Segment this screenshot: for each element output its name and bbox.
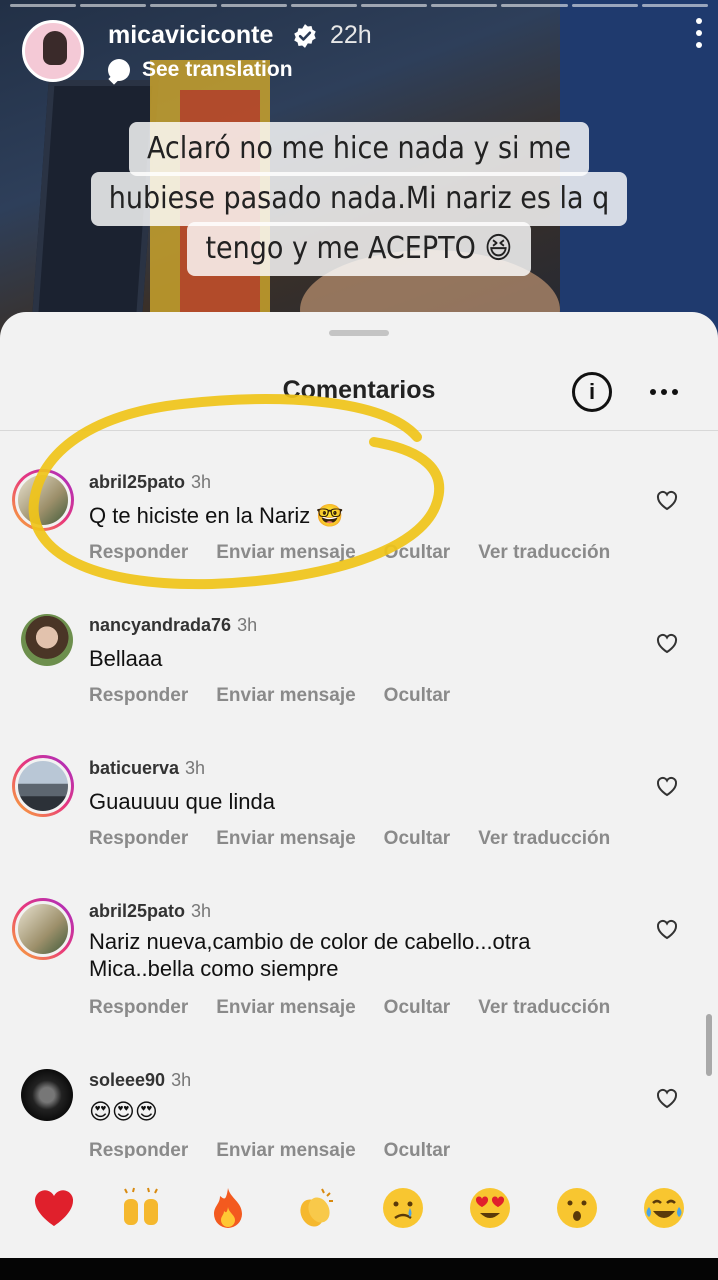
see-translation-button[interactable]: Ver traducción bbox=[478, 828, 610, 850]
fire-icon[interactable] bbox=[205, 1185, 251, 1231]
see-translation-label: See translation bbox=[142, 58, 293, 81]
comments-scrollbar[interactable] bbox=[706, 1014, 712, 1076]
more-options-icon[interactable] bbox=[650, 389, 678, 395]
system-bottom-strip bbox=[0, 1258, 718, 1280]
see-translation-link[interactable]: See translation bbox=[108, 58, 293, 82]
heart-eyes-face-icon[interactable] bbox=[467, 1185, 513, 1231]
send-message-button[interactable]: Enviar mensaje bbox=[216, 828, 355, 850]
commenter-avatar[interactable] bbox=[21, 1069, 73, 1121]
see-translation-button[interactable]: Ver traducción bbox=[478, 542, 610, 564]
like-heart-icon[interactable] bbox=[655, 489, 679, 511]
commenter-avatar[interactable] bbox=[12, 469, 74, 531]
story-background: micaviciconte 22h See translation Aclaró… bbox=[0, 0, 718, 340]
comment-actions: Responder Enviar mensaje Ocultar bbox=[89, 685, 478, 707]
hide-button[interactable]: Ocultar bbox=[384, 542, 451, 564]
comment-time: 3h bbox=[185, 758, 206, 778]
quick-reactions-bar bbox=[0, 1158, 718, 1258]
reply-button[interactable]: Responder bbox=[89, 685, 188, 707]
story-caption: Aclaró no me hice nada y si me hubiese p… bbox=[0, 122, 718, 276]
commenter-username[interactable]: nancyandrada76 3h bbox=[89, 615, 257, 636]
comments-sheet: Comentarios i abril25pato 3h Q te hiciste… bbox=[0, 312, 718, 1280]
commenter-username[interactable]: abril25pato 3h bbox=[89, 901, 211, 922]
translate-bubble-icon bbox=[108, 59, 130, 81]
commenter-avatar[interactable] bbox=[12, 898, 74, 960]
crying-face-icon[interactable] bbox=[380, 1185, 426, 1231]
comment-actions: Responder Enviar mensaje Ocultar Ver tra… bbox=[89, 997, 638, 1019]
commenter-username[interactable]: soleee90 3h bbox=[89, 1070, 191, 1091]
surprised-face-icon[interactable] bbox=[554, 1185, 600, 1231]
tears-of-joy-face-icon[interactable] bbox=[641, 1185, 687, 1231]
commenter-username[interactable]: baticuerva 3h bbox=[89, 758, 205, 779]
caption-line: tengo y me ACEPTO 😆 bbox=[187, 222, 531, 276]
send-message-button[interactable]: Enviar mensaje bbox=[216, 685, 355, 707]
header-divider bbox=[0, 430, 718, 431]
like-heart-icon[interactable] bbox=[655, 632, 679, 654]
raised-hands-icon[interactable] bbox=[118, 1185, 164, 1231]
info-icon[interactable]: i bbox=[572, 372, 612, 412]
caption-line: hubiese pasado nada.Mi nariz es la q bbox=[90, 172, 628, 226]
story-time-ago: 22h bbox=[330, 21, 372, 49]
comment-time: 3h bbox=[191, 901, 212, 921]
story-author-username[interactable]: micaviciconte bbox=[108, 21, 273, 50]
sheet-drag-handle[interactable] bbox=[329, 330, 389, 336]
like-heart-icon[interactable] bbox=[655, 918, 679, 940]
story-more-options-icon[interactable] bbox=[695, 18, 703, 48]
comment-text: Bellaaa bbox=[89, 646, 163, 671]
see-translation-button[interactable]: Ver traducción bbox=[478, 997, 610, 1019]
reply-button[interactable]: Responder bbox=[89, 997, 188, 1019]
heart-reaction-icon[interactable] bbox=[31, 1185, 77, 1231]
comment-text: Nariz nueva,cambio de color de cabello..… bbox=[89, 929, 531, 981]
reply-button[interactable]: Responder bbox=[89, 542, 188, 564]
hide-button[interactable]: Ocultar bbox=[384, 997, 451, 1019]
hide-button[interactable]: Ocultar bbox=[384, 685, 451, 707]
commenter-avatar[interactable] bbox=[12, 755, 74, 817]
story-author-avatar[interactable] bbox=[22, 20, 84, 82]
verified-badge-icon bbox=[294, 24, 316, 48]
comment-text: 😍😍😍 bbox=[89, 1099, 158, 1124]
comment-text: Guauuuu que linda bbox=[89, 789, 275, 814]
hide-button[interactable]: Ocultar bbox=[384, 828, 451, 850]
commenter-username[interactable]: abril25pato 3h bbox=[89, 472, 211, 493]
comment-text: Q te hiciste en la Nariz 🤓 bbox=[89, 503, 344, 528]
clapping-hands-icon[interactable] bbox=[292, 1185, 338, 1231]
caption-line: Aclaró no me hice nada y si me bbox=[128, 122, 590, 176]
comment-time: 3h bbox=[171, 1070, 192, 1090]
like-heart-icon[interactable] bbox=[655, 1087, 679, 1109]
comment-actions: Responder Enviar mensaje Ocultar Ver tra… bbox=[89, 542, 638, 564]
send-message-button[interactable]: Enviar mensaje bbox=[216, 542, 355, 564]
comment-time: 3h bbox=[237, 615, 258, 635]
story-header: micaviciconte 22h See translation bbox=[22, 18, 696, 88]
commenter-avatar[interactable] bbox=[21, 614, 73, 666]
like-heart-icon[interactable] bbox=[655, 775, 679, 797]
comment-actions: Responder Enviar mensaje Ocultar Ver tra… bbox=[89, 828, 638, 850]
reply-button[interactable]: Responder bbox=[89, 828, 188, 850]
send-message-button[interactable]: Enviar mensaje bbox=[216, 997, 355, 1019]
comment-time: 3h bbox=[191, 472, 212, 492]
story-progress-bar bbox=[10, 4, 709, 7]
